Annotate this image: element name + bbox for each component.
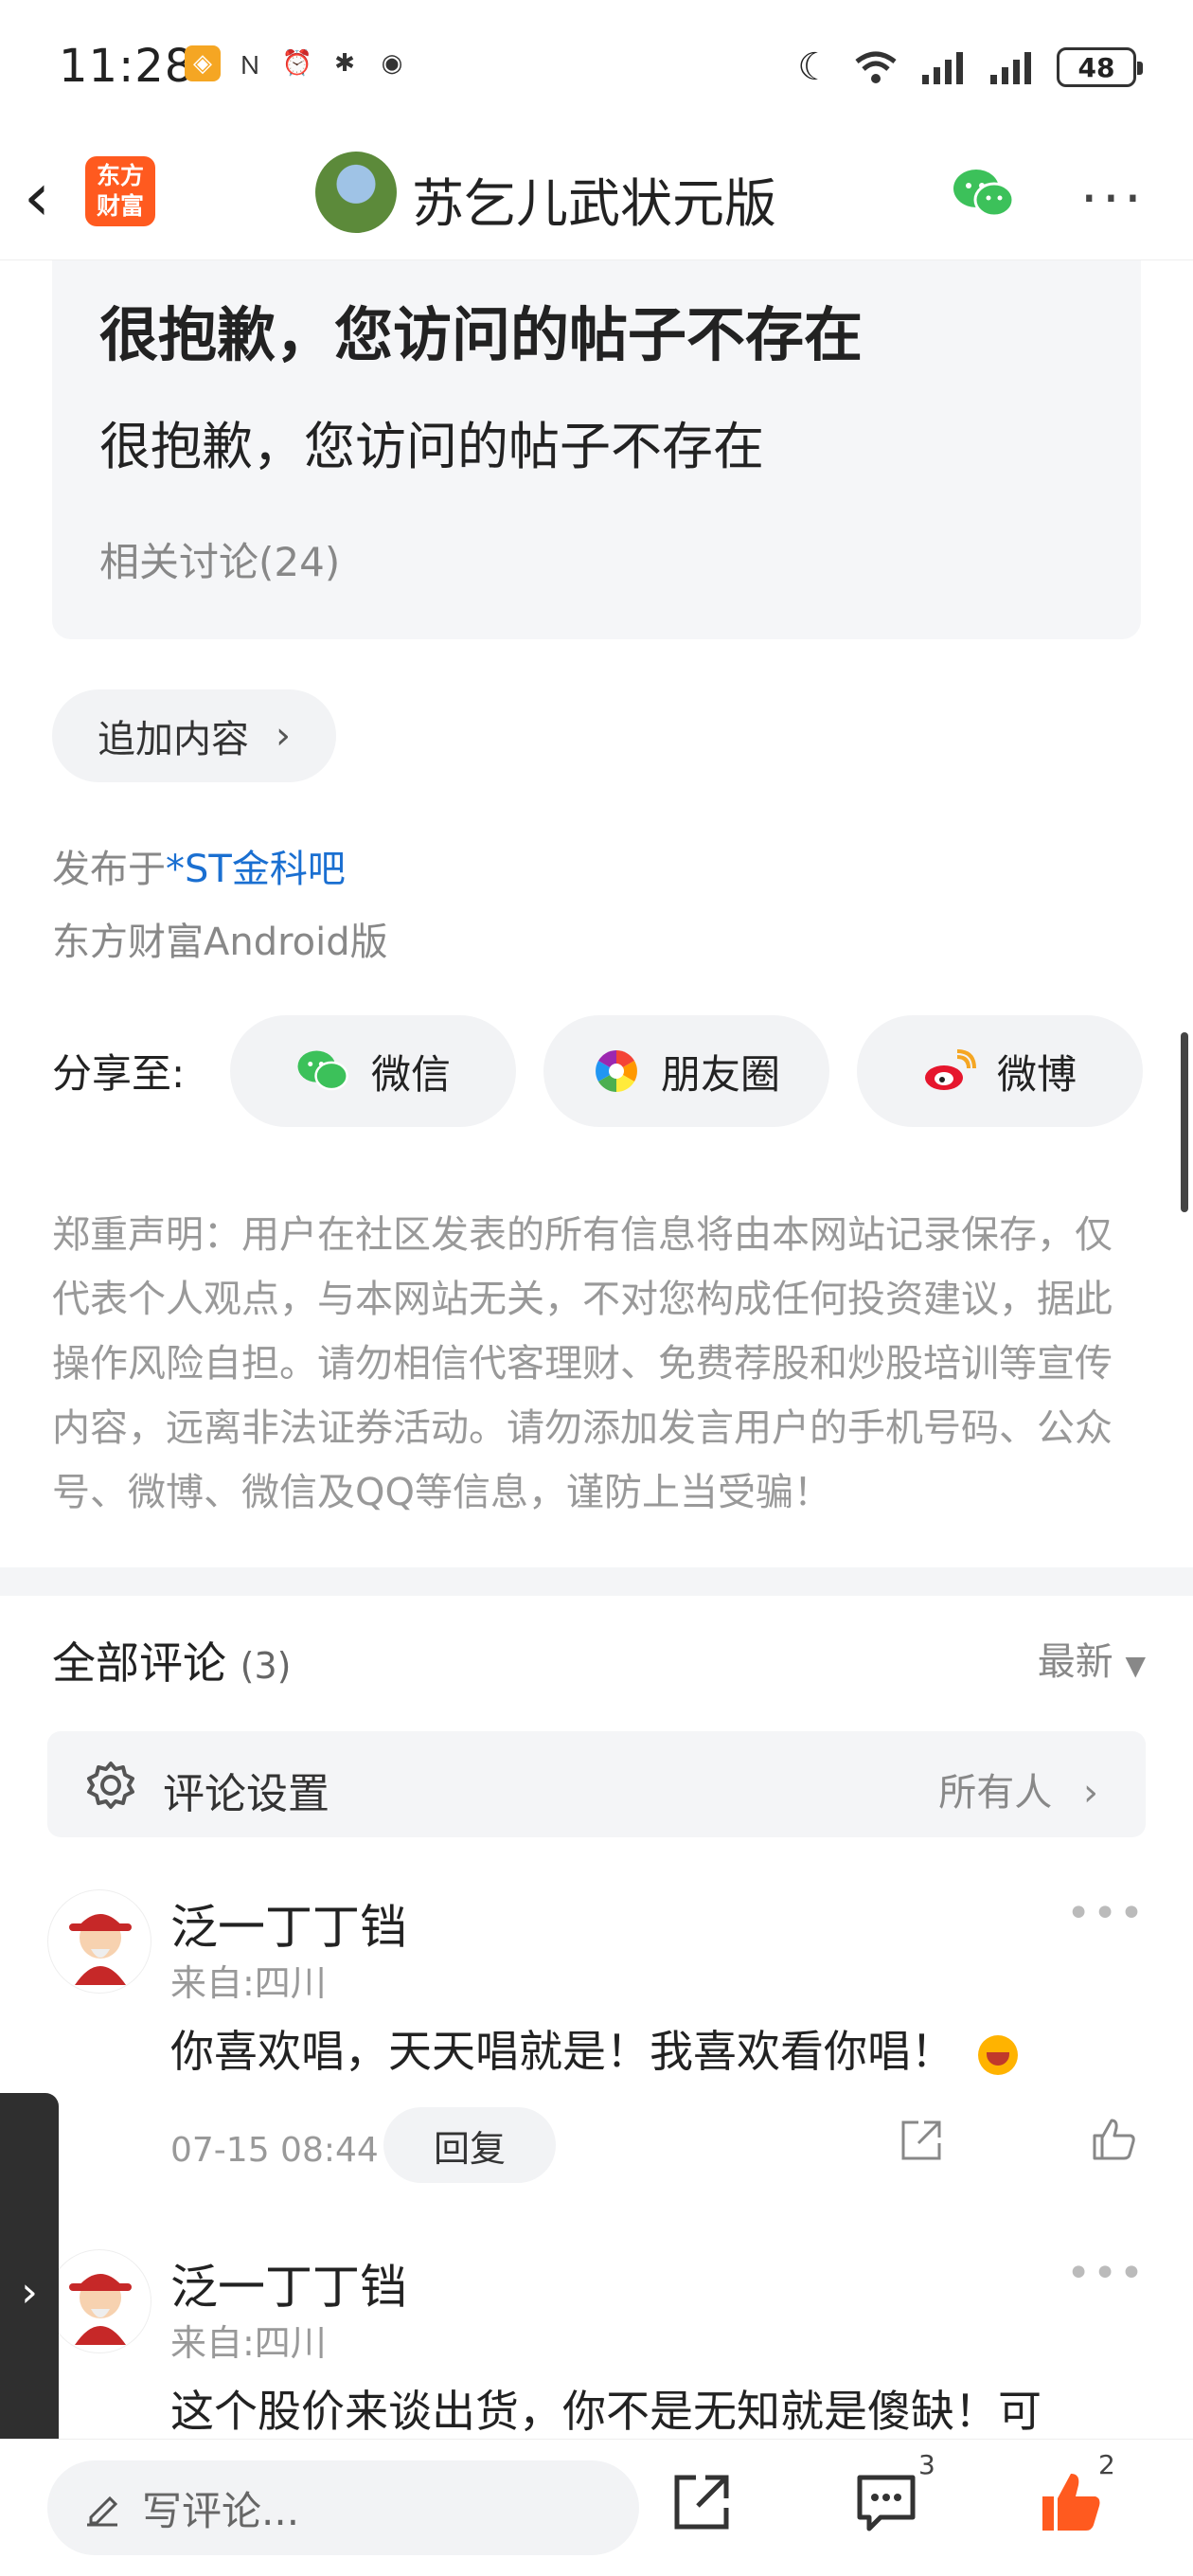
comment-text: 你喜欢唱，天天唱就是！我喜欢看你唱！ xyxy=(170,2017,1117,2080)
comments-title: 全部评论 xyxy=(52,1637,226,1689)
alarm-icon: ⏰ xyxy=(281,49,313,78)
comment-settings-row[interactable]: 评论设置 所有人 › xyxy=(47,1731,1146,1837)
thumbs-up-icon[interactable] xyxy=(1089,2115,1138,2164)
comment-settings-label: 评论设置 xyxy=(163,1770,329,1818)
write-comment-placeholder: 写评论... xyxy=(142,2487,300,2534)
share-wechat-button[interactable]: 微信 xyxy=(230,1015,516,1127)
published-prefix: 发布于 xyxy=(52,848,166,891)
back-button[interactable]: ‹ xyxy=(24,164,80,230)
status-time: 11:28 xyxy=(59,40,195,93)
write-comment-input[interactable]: 写评论... xyxy=(47,2460,639,2555)
caret-down-icon: ▼ xyxy=(1125,1650,1146,1681)
app-notification-icon: ◈ xyxy=(185,45,221,81)
comment-location: 来自:四川 xyxy=(170,1962,327,2004)
reply-button[interactable]: 回复 xyxy=(383,2107,556,2183)
bottom-action-bar: 写评论... 3 2 xyxy=(0,2439,1193,2576)
status-icons-right: ☾ 48 xyxy=(797,45,1143,89)
comments-header: 全部评论 (3) xyxy=(52,1629,291,1691)
comment-icon[interactable] xyxy=(852,2468,920,2536)
status-icons-left: ◈ Ｎ ⏰ ✱ ◉ xyxy=(185,45,410,81)
moments-icon xyxy=(596,1050,637,1092)
laughing-emoji-icon xyxy=(977,2034,1018,2075)
user-avatar[interactable] xyxy=(47,2249,151,2353)
signal-icon xyxy=(922,52,963,84)
dnd-moon-icon: ☾ xyxy=(797,45,831,89)
share-icon[interactable] xyxy=(898,2117,945,2164)
sort-dropdown[interactable]: 最新 ▼ xyxy=(1038,1631,1146,1686)
user-avatar[interactable] xyxy=(47,1889,151,1994)
side-drawer-tab[interactable]: › xyxy=(0,2093,59,2491)
signal-icon-2 xyxy=(990,52,1031,84)
share-weibo-label: 微博 xyxy=(996,1050,1077,1098)
post-body: 很抱歉，您访问的帖子不存在 xyxy=(99,417,764,476)
top-nav-bar: ‹ 东方财富 苏乞儿武状元版 ··· xyxy=(0,137,1193,260)
share-weibo-button[interactable]: 微博 xyxy=(857,1015,1143,1127)
comment-author[interactable]: 泛一丁丁铛 xyxy=(170,1889,407,1958)
wifi-icon xyxy=(855,51,897,83)
comments-count: (3) xyxy=(240,1645,292,1687)
comment-settings-value-text: 所有人 xyxy=(938,1771,1053,1815)
app-logo[interactable]: 东方财富 xyxy=(85,156,155,226)
nfc-icon: Ｎ xyxy=(237,51,262,80)
bar-avatar[interactable] xyxy=(315,152,397,233)
share-wechat-label: 微信 xyxy=(370,1050,451,1098)
share-icon[interactable] xyxy=(668,2468,736,2536)
chevron-right-icon: › xyxy=(21,2267,38,2317)
comment-author[interactable]: 泛一丁丁铛 xyxy=(170,2249,407,2317)
chevron-right-icon: › xyxy=(1083,1771,1098,1815)
disclaimer-text: 郑重声明：用户在社区发表的所有信息将由本网站记录保存，仅代表个人观点，与本网站无… xyxy=(52,1213,1113,1514)
comment-more-icon[interactable]: ••• xyxy=(1066,2249,1146,2298)
comment-settings-value: 所有人 › xyxy=(938,1762,1098,1816)
bar-title[interactable]: 苏乞儿武状元版 xyxy=(412,161,776,237)
post-title: 很抱歉，您访问的帖子不存在 xyxy=(99,300,864,369)
post-card: 很抱歉，您访问的帖子不存在 很抱歉，您访问的帖子不存在 相关讨论(24) xyxy=(52,260,1141,639)
share-label: 分享至: xyxy=(52,1050,186,1097)
published-bar-link[interactable]: *ST金科吧 xyxy=(166,848,346,891)
pencil-icon xyxy=(87,2496,118,2527)
section-divider xyxy=(0,1567,1193,1596)
bluetooth-icon: ✱ xyxy=(334,49,355,78)
add-content-label: 追加内容 xyxy=(98,718,249,761)
scrollbar[interactable] xyxy=(1181,1032,1188,1212)
comment-time: 07-15 08:44 xyxy=(170,2131,379,2170)
wechat-icon xyxy=(297,1050,348,1091)
comment-text: 这个股价来谈出货，你不是无知就是傻缺！可 xyxy=(170,2386,1042,2437)
status-bar: 11:28 ◈ Ｎ ⏰ ✱ ◉ ☾ 48 xyxy=(0,0,1193,137)
thumbs-up-filled-icon[interactable] xyxy=(1037,2468,1105,2536)
more-options-icon[interactable]: ··· xyxy=(1080,166,1146,232)
client-source: 东方财富Android版 xyxy=(52,921,388,964)
share-moments-button[interactable]: 朋友圈 xyxy=(543,1015,829,1127)
camera-icon: ◉ xyxy=(381,49,403,78)
like-count-badge: 2 xyxy=(1098,2449,1115,2480)
related-discussions-link[interactable]: 相关讨论(24) xyxy=(99,530,340,588)
chevron-right-icon: › xyxy=(276,714,291,758)
gear-icon xyxy=(87,1762,134,1809)
sort-label: 最新 xyxy=(1037,1640,1113,1684)
battery-indicator: 48 xyxy=(1057,47,1143,87)
comment-more-icon[interactable]: ••• xyxy=(1066,1889,1146,1938)
comment-location: 来自:四川 xyxy=(170,2322,327,2364)
add-content-button[interactable]: 追加内容 › xyxy=(52,689,336,782)
share-moments-label: 朋友圈 xyxy=(660,1050,780,1098)
weibo-icon xyxy=(924,1049,976,1090)
wechat-share-icon[interactable] xyxy=(951,166,1017,223)
comment-text-content: 你喜欢唱，天天唱就是！我喜欢看你唱！ xyxy=(170,2026,954,2077)
comment-count-badge: 3 xyxy=(918,2449,935,2480)
published-in: 发布于*ST金科吧 xyxy=(52,838,346,893)
